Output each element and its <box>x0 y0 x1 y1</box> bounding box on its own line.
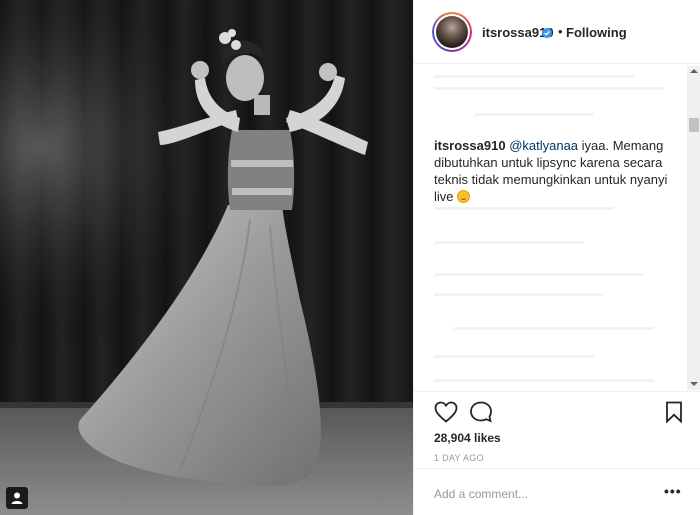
scrollbar-thumb[interactable] <box>689 118 699 132</box>
scroll-down-arrow-icon[interactable] <box>690 382 698 386</box>
post-timestamp[interactable]: 1 DAY AGO <box>434 453 484 463</box>
comment-mention-link[interactable]: @katlyanaa <box>509 138 578 153</box>
faded-comment-line <box>434 75 634 78</box>
faded-comment-line <box>434 355 594 358</box>
separator-dot: • <box>558 24 563 39</box>
faded-comment-line <box>434 87 664 90</box>
comments-list[interactable]: itsrossa910 @katlyanaa iyaa. Memang dibu… <box>414 65 700 390</box>
more-options-icon[interactable]: ••• <box>664 483 682 499</box>
faded-comment-line <box>474 113 594 116</box>
post-header: itsrossa910 • Following <box>414 0 700 64</box>
comments-scrollbar[interactable] <box>687 66 700 390</box>
faded-comment-line <box>454 327 654 330</box>
dancer-photo-illustration <box>0 0 413 515</box>
faded-comment-line <box>434 207 614 210</box>
scroll-up-arrow-icon[interactable] <box>690 69 698 73</box>
following-button[interactable]: Following <box>566 25 627 40</box>
faded-comment-line <box>434 379 654 382</box>
comment-bubble-icon[interactable] <box>469 401 493 428</box>
comment-item: itsrossa910 @katlyanaa iyaa. Memang dibu… <box>434 137 679 205</box>
smiling-face-icon <box>457 190 471 203</box>
faded-comment-line <box>434 273 644 276</box>
verified-badge-icon <box>541 26 553 44</box>
avatar[interactable] <box>432 12 472 52</box>
bookmark-icon[interactable] <box>664 401 684 428</box>
heart-icon[interactable] <box>434 401 458 428</box>
comment-username[interactable]: itsrossa910 <box>434 138 506 153</box>
add-comment-section: ••• <box>414 468 700 515</box>
faded-comment-line <box>434 241 584 244</box>
post-details-panel: itsrossa910 • Following itsrossa910 @kat… <box>413 0 700 515</box>
post-photo[interactable] <box>0 0 413 515</box>
faded-comment-line <box>434 293 604 296</box>
add-comment-input[interactable] <box>434 485 654 503</box>
likes-count[interactable]: 28,904 likes <box>434 431 501 445</box>
tagged-people-icon[interactable] <box>6 487 28 509</box>
action-bar <box>414 391 700 431</box>
